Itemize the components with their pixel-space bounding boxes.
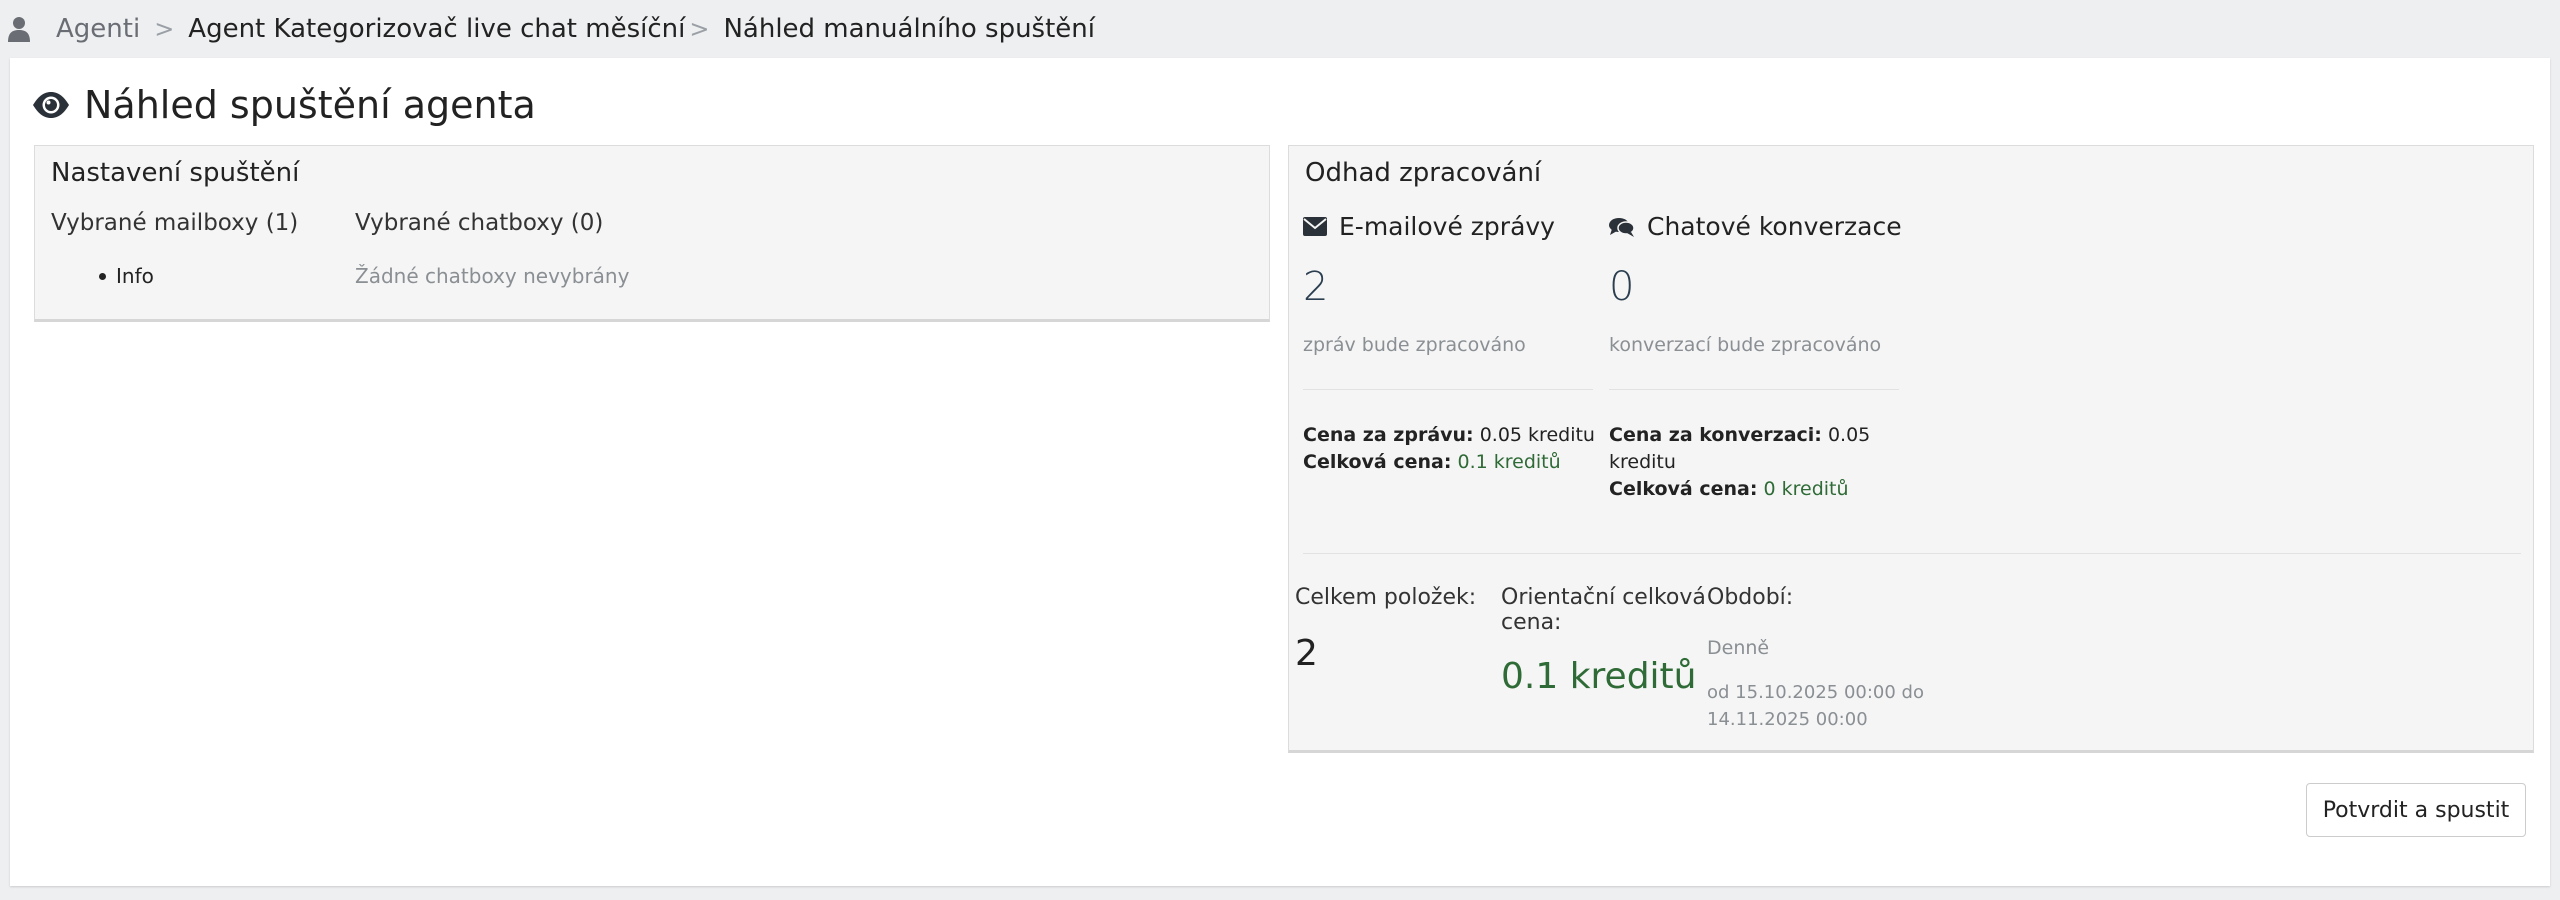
chat-unit-price: 0.05 (1827, 424, 1871, 446)
summary-price-label: Orientační celková cena: (1501, 585, 1706, 635)
email-total: 0.1 kreditů (1457, 451, 1561, 473)
chatboxes-heading: Vybrané chatboxy (0) (355, 210, 604, 236)
settings-panel: Nastavení spuštění Vybrané mailboxy (1) … (34, 145, 1270, 322)
estimate-panel: Odhad zpracování E-mailové zprávy 2 zprá… (1288, 145, 2534, 753)
comments-icon (1609, 217, 1635, 237)
breadcrumb-current: Náhled manuálního spuštění (723, 14, 1095, 44)
summary-items-label: Celkem položek: (1295, 585, 1477, 610)
breadcrumb-agent-link[interactable]: Agent Kategorizovač live chat měsíční (188, 14, 685, 44)
mailbox-item: Info (99, 264, 154, 288)
email-count: 2 (1303, 264, 1329, 310)
email-count-note: zpráv bude zpracováno (1303, 334, 1526, 356)
main-card: Náhled spuštění agenta Nastavení spuštěn… (10, 58, 2550, 886)
email-unit-price-label: Cena za zprávu: (1303, 424, 1474, 446)
summary-period-label: Období: (1707, 585, 1794, 610)
summary-date-range-line2: 14.11.2025 00:00 (1707, 709, 1868, 730)
summary-period-value: Denně (1707, 637, 1770, 659)
summary-price-label-line2: cena: (1501, 610, 1562, 635)
page-title: Náhled spuštění agenta (32, 80, 536, 130)
summary-price-value: 0.1 kreditů (1501, 656, 1697, 697)
email-total-label: Celková cena: (1303, 451, 1452, 473)
chat-total: 0 kreditů (1763, 478, 1849, 500)
summary-price-label-line1: Orientační celková (1501, 585, 1706, 610)
settings-panel-title: Nastavení spuštění (51, 158, 300, 188)
chat-count: 0 (1609, 264, 1635, 310)
mailboxes-heading: Vybrané mailboxy (1) (51, 210, 299, 236)
page-title-text: Náhled spuštění agenta (84, 83, 536, 127)
summary-date-range-line1: od 15.10.2025 00:00 do (1707, 682, 1924, 703)
email-price-block: Cena za zprávu: 0.05 kreditu Celková cen… (1303, 422, 1595, 476)
chat-section-heading: Chatové konverzace (1609, 212, 1902, 241)
eye-icon (33, 92, 69, 118)
summary-date-range: od 15.10.2025 00:00 do 14.11.2025 00:00 (1707, 679, 1924, 733)
breadcrumb: Agenti > Agent Kategorizovač live chat m… (0, 0, 2560, 58)
divider (1609, 389, 1899, 390)
chat-section-title: Chatové konverzace (1647, 212, 1902, 241)
bullet (99, 272, 106, 280)
chatboxes-empty-note: Žádné chatboxy nevybrány (355, 264, 630, 288)
breadcrumb-agents-link[interactable]: Agenti (56, 14, 140, 44)
chat-price-block: Cena za konverzaci: 0.05 kreditu Celková… (1609, 422, 1870, 503)
email-section-title: E-mailové zprávy (1339, 212, 1555, 241)
envelope-icon (1303, 217, 1327, 236)
email-section-heading: E-mailové zprávy (1303, 212, 1555, 241)
chat-unit-price-unit: kreditu (1609, 451, 1676, 473)
user-icon (8, 17, 30, 42)
breadcrumb-separator: > (689, 15, 710, 43)
confirm-and-run-button[interactable]: Potvrdit a spustit (2306, 783, 2526, 837)
email-unit-price: 0.05 kreditu (1479, 424, 1595, 446)
estimate-panel-title: Odhad zpracování (1305, 158, 1542, 188)
chat-unit-price-label: Cena za konverzaci: (1609, 424, 1822, 446)
divider (1303, 389, 1593, 390)
summary-items-value: 2 (1295, 633, 1318, 674)
mailbox-item-label: Info (116, 264, 154, 288)
divider (1303, 553, 2521, 554)
breadcrumb-separator: > (154, 15, 175, 43)
chat-total-label: Celková cena: (1609, 478, 1758, 500)
chat-count-note: konverzací bude zpracováno (1609, 334, 1882, 356)
